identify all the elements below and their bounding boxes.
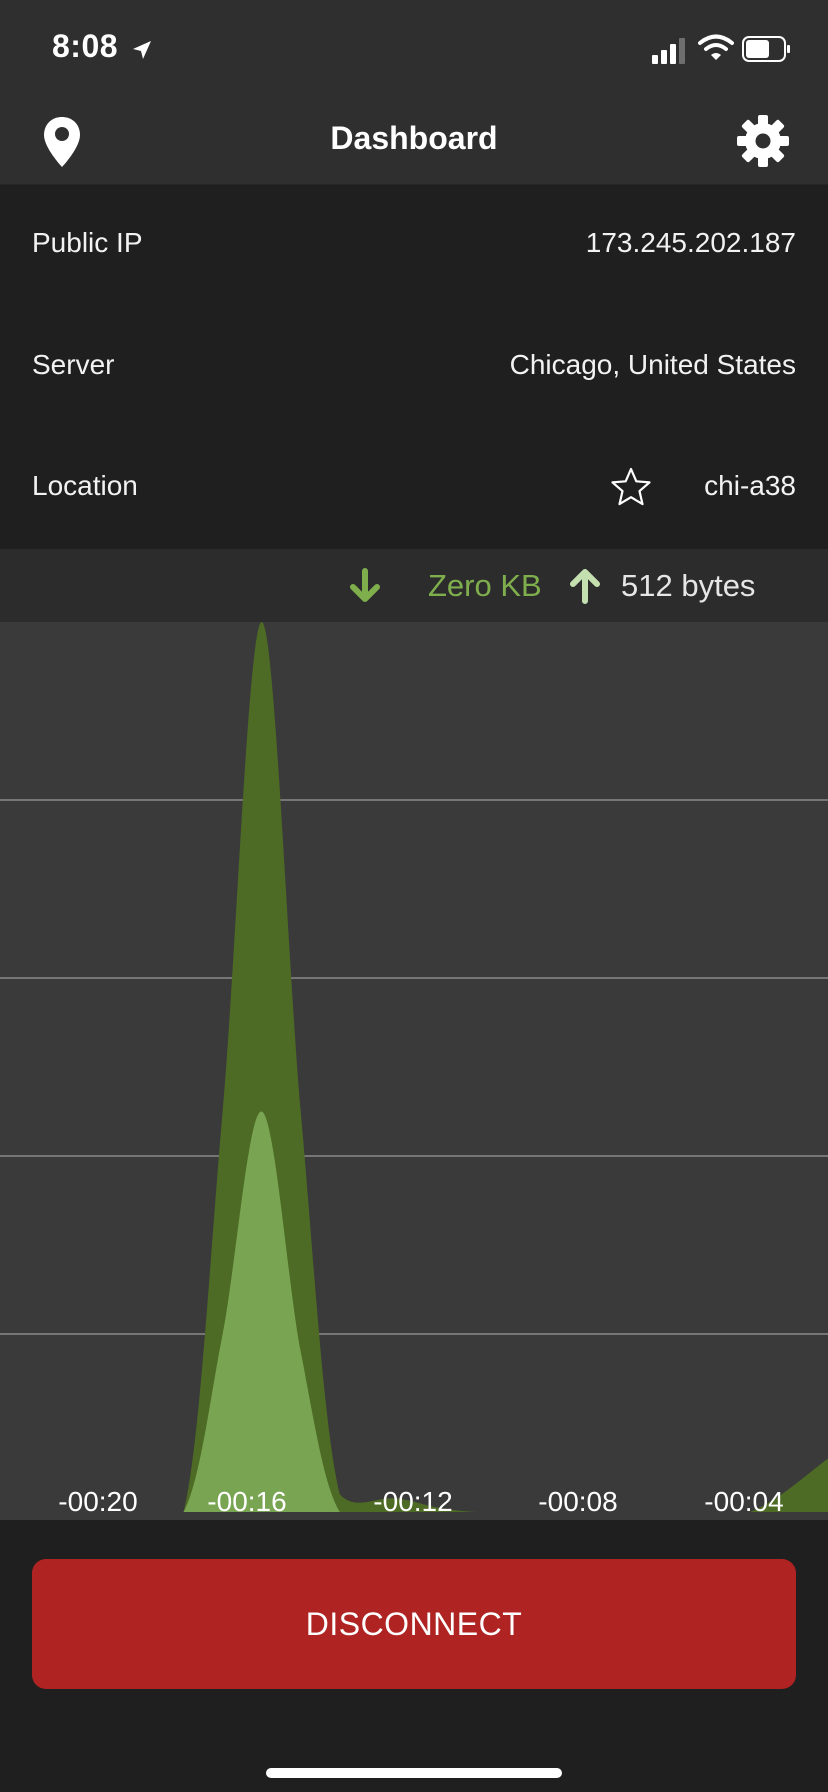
gear-icon[interactable] <box>736 114 790 168</box>
upload-area <box>46 1111 828 1513</box>
server-value: Chicago, United States <box>509 349 796 380</box>
cellular-signal-icon <box>652 38 685 64</box>
location-value: chi-a38 <box>704 470 796 501</box>
public-ip-value: 173.245.202.187 <box>585 227 796 258</box>
x-tick-label: -00:04 <box>704 1486 784 1517</box>
location-arrow-icon <box>133 41 151 59</box>
page-title: Dashboard <box>330 120 498 156</box>
battery-icon <box>742 36 790 62</box>
download-value: Zero KB <box>428 568 542 603</box>
x-tick-label: -00:20 <box>58 1486 138 1517</box>
location-label: Location <box>32 470 138 501</box>
bottom-bar: DISCONNECT <box>0 1520 828 1792</box>
location-row[interactable]: Location chi-a38 <box>0 428 828 548</box>
upload-value: 512 bytes <box>621 568 756 603</box>
home-indicator <box>266 1768 562 1778</box>
x-tick-label: -00:16 <box>207 1486 287 1517</box>
connection-info: Public IP 173.245.202.187 Server Chicago… <box>0 185 828 549</box>
nav-bar: Dashboard <box>0 96 828 185</box>
download-arrow-icon <box>350 568 380 602</box>
public-ip-row: Public IP 173.245.202.187 <box>0 185 828 305</box>
upload-arrow-icon <box>570 569 600 604</box>
star-outline-icon[interactable] <box>610 466 652 508</box>
traffic-chart: -00:20 -00:16 -00:12 -00:08 -00:04 <box>0 622 828 1520</box>
download-area <box>46 622 828 1513</box>
public-ip-label: Public IP <box>32 227 143 258</box>
traffic-legend: Zero KB 512 bytes <box>0 549 828 622</box>
wifi-icon <box>698 34 734 60</box>
traffic-chart-svg <box>0 622 828 1513</box>
status-bar: 8:08 <box>0 0 828 96</box>
x-tick-label: -00:08 <box>538 1486 618 1517</box>
x-tick-label: -00:12 <box>373 1486 453 1517</box>
server-label: Server <box>32 349 115 380</box>
status-time: 8:08 <box>52 28 119 64</box>
disconnect-button[interactable]: DISCONNECT <box>32 1559 796 1689</box>
server-row[interactable]: Server Chicago, United States <box>0 307 828 427</box>
